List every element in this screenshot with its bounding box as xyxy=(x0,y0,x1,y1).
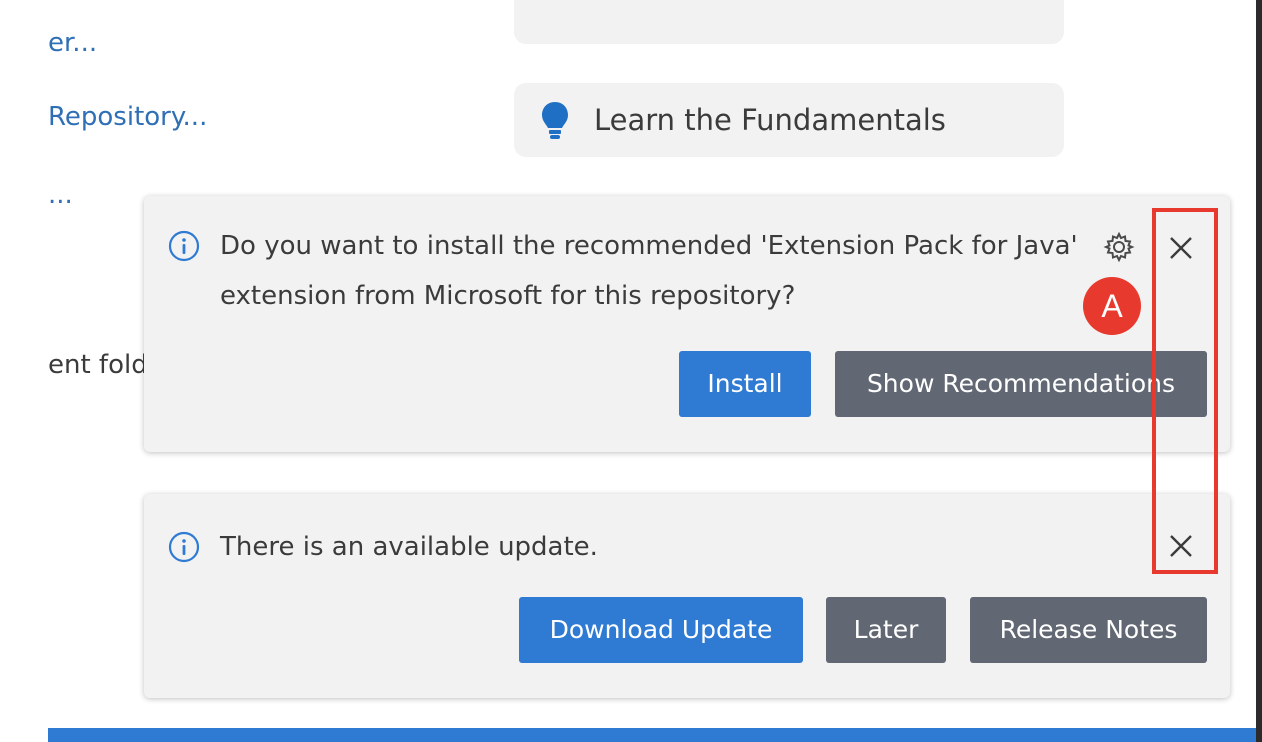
walkthrough-learn-fundamentals[interactable]: Learn the Fundamentals xyxy=(514,83,1064,157)
walkthrough-card-top[interactable] xyxy=(514,0,1064,44)
left-link-3[interactable]: ... xyxy=(48,180,73,210)
left-text-folder: ent folder xyxy=(48,350,144,380)
later-button[interactable]: Later xyxy=(826,597,946,663)
install-button[interactable]: Install xyxy=(679,351,811,417)
notification-update: There is an available update. Download U… xyxy=(144,494,1230,698)
left-link-1[interactable]: er... xyxy=(48,28,96,58)
info-icon xyxy=(168,531,200,563)
release-notes-button[interactable]: Release Notes xyxy=(970,597,1207,663)
window-edge xyxy=(1256,0,1262,742)
annotation-highlight-box xyxy=(1152,208,1218,574)
download-update-button[interactable]: Download Update xyxy=(519,597,803,663)
info-icon xyxy=(168,230,200,262)
walkthrough-label: Learn the Fundamentals xyxy=(594,103,946,137)
notification-message: There is an available update. xyxy=(220,532,598,562)
notification-extension-recommendation: Do you want to install the recommended '… xyxy=(144,196,1230,452)
annotation-badge: A xyxy=(1083,277,1141,335)
notification-message: Do you want to install the recommended '… xyxy=(220,231,1078,311)
lightbulb-icon xyxy=(542,102,568,139)
gear-icon[interactable] xyxy=(1102,230,1136,264)
status-bar xyxy=(48,728,1256,742)
left-link-repository[interactable]: Repository... xyxy=(48,102,208,132)
